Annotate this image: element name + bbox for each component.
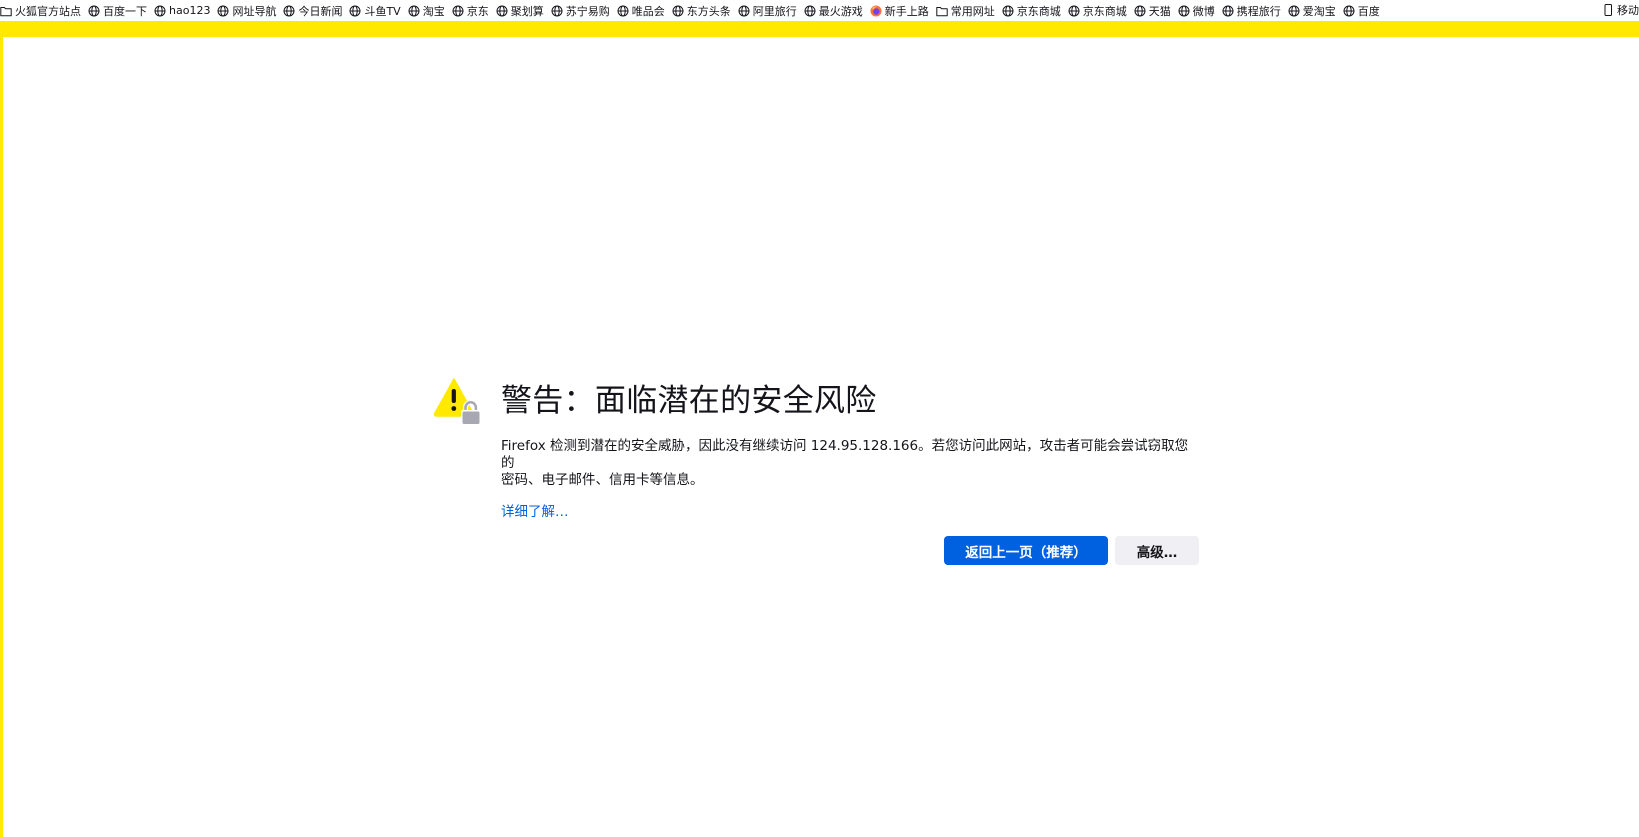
globe-icon: [1288, 5, 1300, 17]
bookmark-item[interactable]: hao123: [154, 1, 210, 21]
bookmark-item[interactable]: 京东商城: [1068, 1, 1127, 21]
globe-icon: [349, 5, 361, 17]
description-line-1: Firefox 检测到潜在的安全威胁，因此没有继续访问 124.95.128.1…: [501, 438, 1189, 471]
globe-icon: [1068, 5, 1080, 17]
bookmark-item[interactable]: 东方头条: [672, 1, 731, 21]
bookmark-label: 百度一下: [103, 4, 147, 18]
bookmark-item[interactable]: 爱淘宝: [1288, 1, 1336, 21]
bookmark-item[interactable]: 微博: [1178, 1, 1215, 21]
globe-icon: [804, 5, 816, 17]
description-line-2: 密码、电子邮件、信用卡等信息。: [501, 472, 704, 488]
bookmark-label: 京东商城: [1016, 4, 1061, 18]
error-description: Firefox 检测到潜在的安全威胁，因此没有继续访问 124.95.128.1…: [501, 438, 1201, 489]
bookmark-label: 斗鱼TV: [364, 4, 401, 18]
learn-more-link[interactable]: 详细了解…: [501, 500, 569, 520]
bookmark-label: 新手上路: [884, 4, 929, 18]
globe-icon: [283, 5, 295, 17]
bookmark-item[interactable]: 百度: [1343, 1, 1380, 21]
globe-icon: [1343, 5, 1355, 17]
mobile-device-icon: [1602, 4, 1614, 16]
firefox-icon: [870, 5, 882, 17]
page-title: 警告：面临潜在的安全风险: [501, 383, 877, 419]
bookmark-label: 火狐官方站点: [15, 4, 81, 18]
globe-icon: [617, 5, 629, 17]
globe-icon: [217, 5, 229, 17]
globe-icon: [1178, 5, 1190, 17]
bookmark-item[interactable]: 携程旅行: [1222, 1, 1281, 21]
bookmark-item[interactable]: 淘宝: [408, 1, 445, 21]
bookmark-label: hao123: [169, 4, 211, 17]
bookmarks-toolbar: 火狐官方站点 百度一下 hao123 网址导航 今日新闻 斗鱼TV 淘宝 京东 聚划算 苏宁易购 唯…: [0, 0, 1639, 21]
bookmark-item[interactable]: 苏宁易购: [551, 1, 610, 21]
folder-icon: [936, 5, 948, 17]
bookmark-label: 今日新闻: [298, 4, 343, 18]
bookmark-item[interactable]: 百度一下: [88, 1, 147, 21]
bookmark-label: 网址导航: [232, 4, 277, 18]
mobile-bookmarks-label: 移动: [1617, 4, 1639, 17]
bookmark-item[interactable]: 最火游戏: [804, 1, 863, 21]
advanced-button[interactable]: 高级…: [1115, 536, 1199, 565]
globe-icon: [154, 5, 166, 17]
bookmark-item[interactable]: 京东商城: [1002, 1, 1061, 21]
bookmark-label: 淘宝: [422, 4, 445, 18]
bookmark-label: 常用网址: [950, 4, 995, 18]
globe-icon: [496, 5, 508, 17]
bookmark-label: 京东: [466, 4, 489, 18]
bookmark-item[interactable]: 唯品会: [617, 1, 665, 21]
bookmark-label: 唯品会: [631, 4, 665, 18]
bookmark-item[interactable]: 天猫: [1134, 1, 1171, 21]
bookmark-item[interactable]: 京东: [452, 1, 489, 21]
bookmark-label: 携程旅行: [1236, 4, 1281, 18]
globe-icon: [672, 5, 684, 17]
bookmark-label: 阿里旅行: [752, 4, 797, 18]
bookmark-item[interactable]: 网址导航: [217, 1, 276, 21]
go-back-button[interactable]: 返回上一页（推荐）: [944, 536, 1108, 565]
bookmark-item[interactable]: 斗鱼TV: [349, 1, 401, 21]
bookmark-label: 微博: [1192, 4, 1215, 18]
warning-lock-icon: [433, 377, 483, 427]
bookmark-label: 东方头条: [686, 4, 731, 18]
globe-icon: [1222, 5, 1234, 17]
globe-icon: [1134, 5, 1146, 17]
bookmark-label: 天猫: [1148, 4, 1171, 18]
folder-icon: [0, 5, 12, 17]
bookmark-label: 最火游戏: [818, 4, 863, 18]
bookmark-item[interactable]: 聚划算: [496, 1, 544, 21]
bookmark-label: 百度: [1357, 4, 1380, 18]
bookmark-label: 京东商城: [1082, 4, 1127, 18]
bookmark-item[interactable]: 今日新闻: [283, 1, 342, 21]
bookmark-label: 聚划算: [510, 4, 544, 18]
globe-icon: [738, 5, 750, 17]
globe-icon: [88, 5, 100, 17]
globe-icon: [408, 5, 420, 17]
globe-icon: [1002, 5, 1014, 17]
bookmark-item[interactable]: 常用网址: [936, 1, 995, 21]
globe-icon: [452, 5, 464, 17]
bookmark-item[interactable]: 新手上路: [870, 1, 929, 21]
bookmark-item[interactable]: 阿里旅行: [738, 1, 797, 21]
mobile-bookmarks[interactable]: 移动: [1598, 0, 1639, 20]
bookmark-item[interactable]: 火狐官方站点: [0, 1, 81, 21]
bookmark-label: 爱淘宝: [1302, 4, 1336, 18]
warning-page: [0, 21, 1639, 837]
bookmark-label: 苏宁易购: [565, 4, 610, 18]
globe-icon: [551, 5, 563, 17]
